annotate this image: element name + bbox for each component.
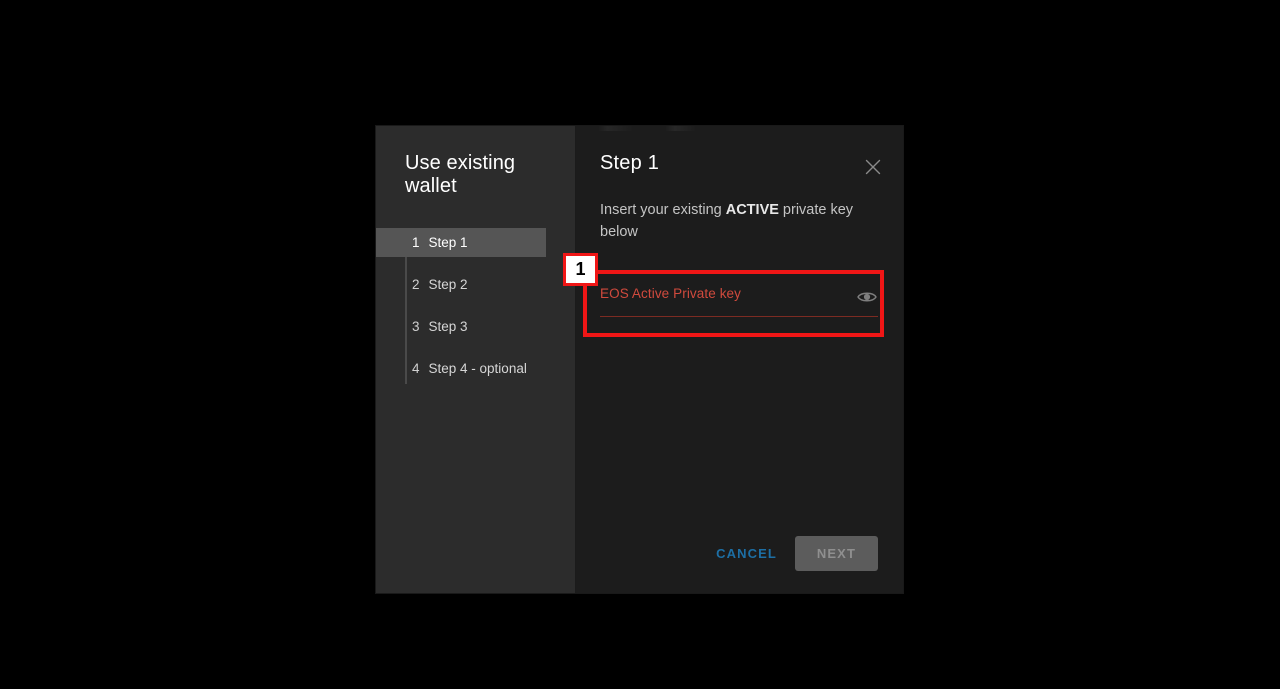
step-label: Step 3 [428,319,468,334]
step-number: 1 [412,235,420,250]
step-number: 4 [412,361,420,376]
step-list: 1 Step 1 2 Step 2 3 Step 3 4 Step 4 - op… [376,228,575,384]
eye-icon[interactable] [856,287,878,307]
step-label: Step 2 [428,277,468,292]
sidebar-item-step-3[interactable]: 3 Step 3 [376,312,575,341]
sidebar-item-step-4[interactable]: 4 Step 4 - optional [376,354,575,383]
panel-title: Step 1 [600,152,660,174]
page-title: Use existing wallet [405,152,516,197]
cancel-button[interactable]: CANCEL [712,538,781,569]
sidebar-item-step-2[interactable]: 2 Step 2 [376,270,575,299]
field-underline [600,316,878,317]
step-label: Step 1 [428,235,468,250]
dialog-content-panel: Step 1 Insert your existing ACTIVE priva… [576,126,903,593]
dialog-actions: CANCEL NEXT [712,536,878,571]
close-icon[interactable] [862,156,884,178]
step-number: 2 [412,277,420,292]
step-number: 3 [412,319,420,334]
dialog-sidebar: Use existing wallet 1 Step 1 2 Step 2 3 … [376,126,576,593]
step-label: Step 4 - optional [428,361,527,376]
panel-description: Insert your existing ACTIVE private key … [600,199,862,243]
clipped-header-artifact [598,126,718,131]
private-key-input[interactable] [600,286,848,316]
use-existing-wallet-dialog: Use existing wallet 1 Step 1 2 Step 2 3 … [376,126,903,593]
description-emphasis: ACTIVE [725,202,779,218]
description-prefix: Insert your existing [600,202,726,218]
sidebar-item-step-1[interactable]: 1 Step 1 [376,228,546,257]
screen-backdrop: Use existing wallet 1 Step 1 2 Step 2 3 … [0,0,1280,689]
next-button[interactable]: NEXT [794,536,878,571]
